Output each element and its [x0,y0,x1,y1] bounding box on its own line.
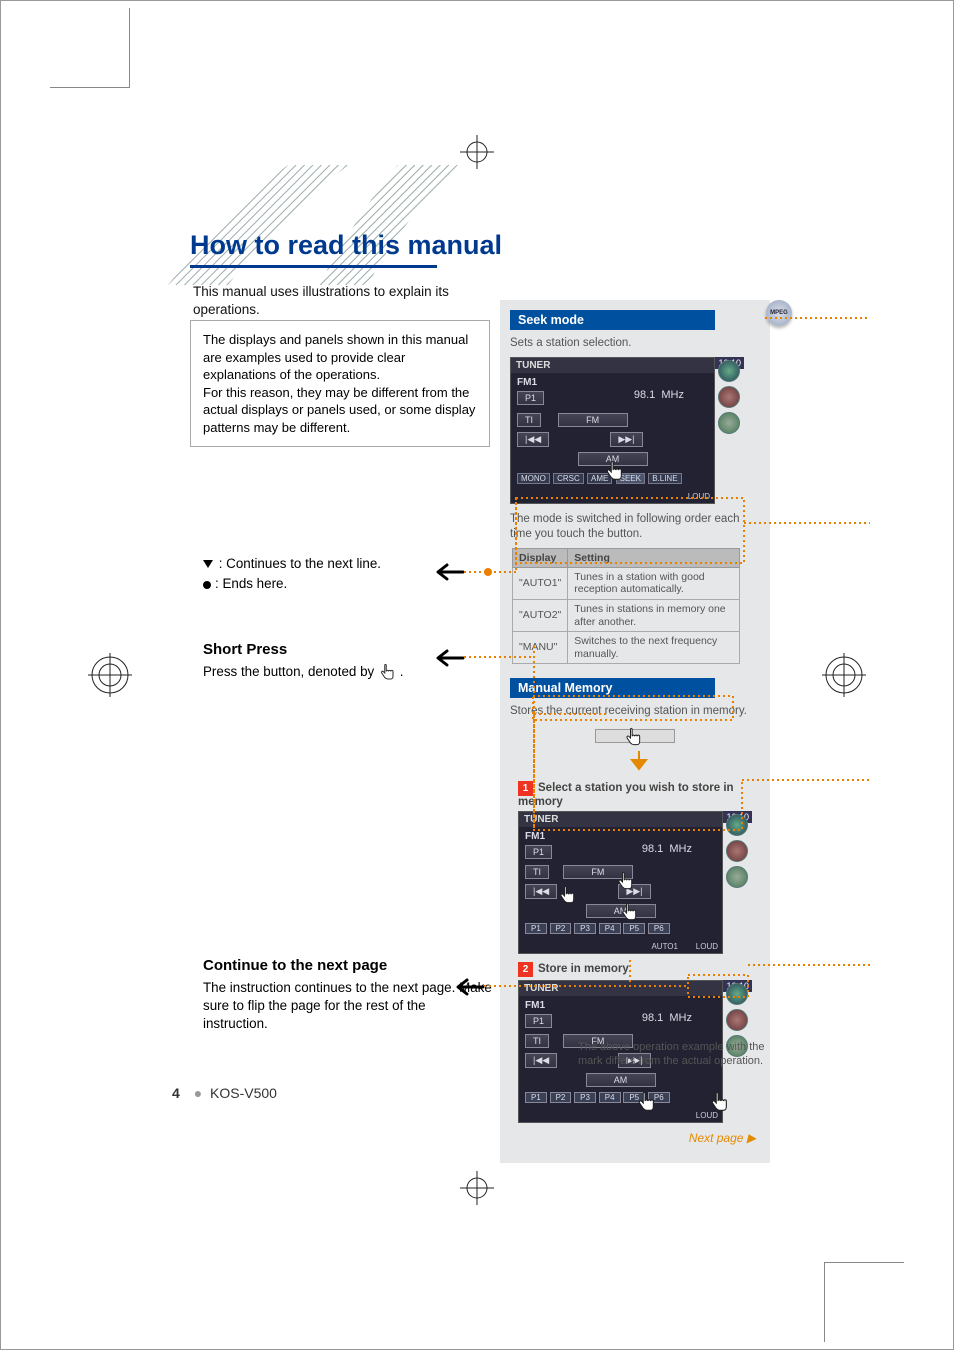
hand-pointer-icon [619,902,639,924]
step1: 1Select a station you wish to store in m… [518,781,760,808]
mpeg-badge-icon: MPEG [766,300,792,326]
model-label: KOS-V500 [210,1085,277,1101]
short-press-suffix: . [400,664,404,679]
step2: 2Store in memory [518,962,760,977]
tuner-screenshot-seek: 10:10 TUNER FM1 98.1 MHz P1 TI FM |◀◀ ▶▶… [510,357,715,504]
tuner-titlebar: TUNER [519,812,722,827]
tuner-titlebar: TUNER [519,981,722,996]
side-icon [718,386,740,408]
manual-memory-desc: Stores the current receiving station in … [510,704,760,719]
page-title: How to read this manual [190,230,502,261]
registration-mark-right [822,653,866,697]
band-label: FM1 [525,831,545,842]
prev-button[interactable]: |◀◀ [517,432,549,447]
crop-mark-bottom-right [824,1262,904,1342]
hand-pointer-icon [635,1091,657,1115]
disclaimer-text: The displays and panels shown in this ma… [203,332,475,435]
intro-text: This manual uses illustrations to explai… [193,283,473,319]
band-label: FM1 [517,377,537,388]
callout-arrow-icon [455,977,485,997]
mini-diagram [575,725,695,775]
continue-note: Continue to the next page The instructio… [203,956,493,1034]
tuner-titlebar: TUNER [511,358,714,373]
example-panel: Seek mode MPEG Sets a station selection.… [500,300,770,1163]
side-icon [718,412,740,434]
continues-line-text: : Continues to the next line. [219,556,381,571]
bullet-icon [203,581,211,589]
page-footer: 4 ● KOS-V500 [172,1085,277,1101]
hand-pointer-icon [708,1091,730,1115]
step2-label: Store in memory [538,963,629,975]
registration-mark-bottom [460,1171,494,1205]
status-loud: LOUD [511,492,714,503]
seek-desc: Sets a station selection. [510,336,760,351]
hand-pointer-icon [378,664,400,679]
seek-mode-table: DisplaySetting "AUTO1"Tunes in a station… [512,548,740,665]
hand-pointer-icon [623,727,643,749]
crop-mark-top-left [50,8,130,88]
td-display: "MANU" [513,632,568,664]
continue-heading: Continue to the next page [203,956,493,976]
callout-arrow-icon [435,648,465,668]
th-display: Display [513,548,568,567]
page-number: 4 [172,1085,180,1101]
td-setting: Tunes in stations in memory one after an… [568,600,740,632]
continue-body: The instruction continues to the next pa… [203,979,493,1033]
hand-pointer-icon [615,871,635,893]
side-icon [718,360,740,382]
footnote: The above operation example with the mar… [578,1040,778,1069]
td-display: "AUTO1" [513,567,568,599]
seek-mode-heading: Seek mode [510,310,715,330]
short-press-prefix: Press the button, denoted by [203,664,378,679]
title-underline [190,265,437,268]
manual-memory-heading: Manual Memory [510,678,715,698]
next-page-label: Next page ▶ [510,1131,756,1145]
bline-button[interactable]: B.LINE [648,473,681,484]
next-button[interactable]: ▶▶| [610,432,642,447]
mono-button[interactable]: MONO [517,473,550,484]
crsc-button[interactable]: CRSC [553,473,584,484]
freq-unit: MHz [661,389,684,401]
arrow-down-icon [629,751,649,778]
fm-button[interactable]: FM [558,413,628,427]
mode-switch-text: The mode is switched in following order … [510,512,760,542]
hand-pointer-icon [557,885,577,907]
disclaimer-box: The displays and panels shown in this ma… [190,320,490,447]
ends-here-text: : Ends here. [215,576,287,591]
th-setting: Setting [568,548,740,567]
freq-value: 98.1 [634,389,655,401]
side-icons [718,360,742,438]
hand-pointer-icon [603,460,625,484]
step1-label: Select a station you wish to store in me… [518,782,734,808]
td-setting: Tunes in a station with good reception a… [568,567,740,599]
triangle-down-icon [203,560,213,568]
callout-arrow-icon [435,562,465,582]
registration-mark-top [460,135,494,169]
tuner-screenshot-step1: 10:10 TUNER FM1 98.1 MHz P1 TI FM |◀◀ ▶▶… [518,811,723,954]
td-setting: Switches to the next frequency manually. [568,632,740,664]
ti-button[interactable]: TI [517,413,541,427]
preset-button[interactable]: P1 [517,391,544,405]
td-display: "AUTO2" [513,600,568,632]
registration-mark-left [88,653,132,697]
